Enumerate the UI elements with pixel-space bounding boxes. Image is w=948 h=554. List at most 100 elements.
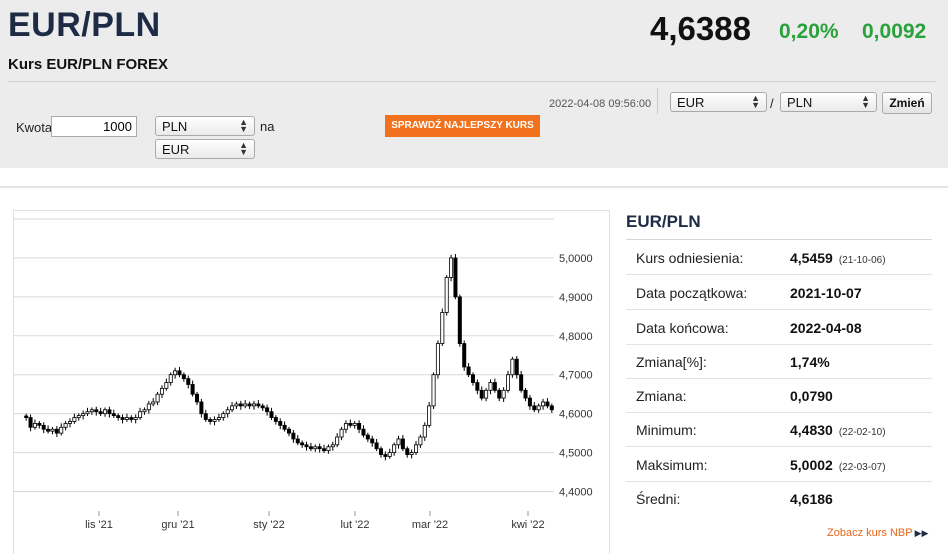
stat-label: Minimum: <box>636 422 697 438</box>
candle-body <box>396 438 401 446</box>
candle-body <box>286 428 291 434</box>
base-currency-select[interactable]: EUR ▲ ▼ <box>670 92 767 112</box>
candle-body <box>186 378 191 385</box>
candle-body <box>54 428 59 434</box>
candle-body <box>146 403 151 411</box>
candle-body <box>94 409 99 413</box>
stat-value: 2022-04-08 <box>790 320 862 336</box>
candle-body <box>247 403 252 407</box>
candle-body <box>427 405 432 426</box>
current-rate: 4,6388 <box>650 10 751 47</box>
candle-body <box>291 432 296 440</box>
stat-row-maximum: Maksimum: 5,0002 (22-03-07) <box>626 447 932 482</box>
na-label: na <box>260 119 275 134</box>
candle-body <box>501 389 506 399</box>
amount-input[interactable] <box>51 116 137 137</box>
to-currency-select[interactable]: EUR ▲ ▼ <box>155 139 255 159</box>
stat-value: 1,74% <box>790 354 830 370</box>
page-subtitle: Kurs EUR/PLN FOREX <box>8 56 169 73</box>
stat-row-minimum: Minimum: 4,4830 (22-02-10) <box>626 412 932 447</box>
x-tick-label: kwi '22 <box>511 519 544 531</box>
candle-body <box>435 343 440 376</box>
quote-currency-value: PLN <box>787 95 813 110</box>
candle-body <box>470 374 475 383</box>
candle-body <box>378 448 383 455</box>
candle-body <box>199 401 204 415</box>
candle-body <box>400 438 405 450</box>
candle-body <box>488 382 493 391</box>
nbp-rate-link[interactable]: Zobacz kurs NBP ▶▶ <box>827 527 928 539</box>
stat-value: 0,0790 <box>790 388 833 404</box>
candle-body <box>532 405 537 411</box>
candle-body <box>343 422 348 430</box>
select-arrows-icon: ▲ ▼ <box>861 93 870 110</box>
candle-body <box>322 448 327 452</box>
from-currency-value: PLN <box>162 119 188 134</box>
stat-value: 4,5459 (21-10-06) <box>790 250 886 266</box>
candle-body <box>243 403 248 407</box>
candle-body <box>203 413 208 420</box>
stat-row-reference: Kurs odniesienia: 4,5459 (21-10-06) <box>626 240 932 275</box>
candle-body <box>466 366 471 376</box>
candle-body <box>221 413 226 418</box>
stat-label: Zmiana: <box>636 388 687 404</box>
candle-body <box>116 415 121 418</box>
candle-body <box>352 422 357 426</box>
candle-body <box>510 358 515 376</box>
candle-body <box>304 444 309 448</box>
candle-body <box>269 411 274 418</box>
candle-body <box>414 444 419 454</box>
candle-body <box>462 343 467 368</box>
from-currency-select[interactable]: PLN ▲ ▼ <box>155 116 255 136</box>
stat-label: Kurs odniesienia: <box>636 250 744 266</box>
candle-body <box>85 411 90 415</box>
stat-label: Data końcowa: <box>636 320 729 336</box>
candle-body <box>484 389 489 399</box>
candle-body <box>523 389 528 399</box>
candle-body <box>348 422 353 426</box>
candle-body <box>177 370 182 376</box>
candle-body <box>506 374 511 391</box>
candle-body <box>422 424 427 438</box>
candle-body <box>159 387 164 395</box>
candle-body <box>230 405 235 411</box>
candle-body <box>173 370 178 376</box>
candle-body <box>89 409 94 413</box>
candle-body <box>365 434 370 440</box>
candle-body <box>418 436 423 446</box>
price-chart[interactable]: 4,4000 4,5000 4,6000 4,7000 4,8000 4,9000 5,00… <box>14 211 609 554</box>
candle-body <box>216 417 221 420</box>
candle-body <box>120 417 125 420</box>
candle-body <box>387 452 392 457</box>
double-arrow-icon: ▶▶ <box>914 528 929 538</box>
candle-body <box>76 415 81 418</box>
candle-body <box>234 403 239 407</box>
candle-body <box>282 424 287 430</box>
stat-row-start-date: Data początkowa: 2021-10-07 <box>626 275 932 310</box>
y-tick-label: 4,9000 <box>559 292 593 304</box>
stats-title: EUR/PLN <box>626 212 701 231</box>
candle-body <box>124 417 129 420</box>
stat-row-end-date: Data końcowa: 2022-04-08 <box>626 310 932 345</box>
candle-body <box>278 421 283 426</box>
candle-body <box>256 403 261 407</box>
candle-body <box>212 419 217 422</box>
check-best-rate-button[interactable]: SPRAWDŹ NAJLEPSZY KURS <box>385 115 540 137</box>
candle-body <box>317 446 322 450</box>
candle-body <box>164 382 169 389</box>
quote-currency-select[interactable]: PLN ▲ ▼ <box>780 92 877 112</box>
candle-body <box>59 426 64 434</box>
candle-body <box>225 409 230 415</box>
change-pair-button[interactable]: Zmień <box>882 92 932 114</box>
candle-body <box>549 405 554 411</box>
candle-body <box>405 448 410 455</box>
candle-body <box>142 409 147 413</box>
candle-body <box>300 442 305 446</box>
candle-body <box>41 424 46 430</box>
stat-label: Data początkowa: <box>636 285 748 301</box>
stat-row-change: Zmiana: 0,0790 <box>626 378 932 413</box>
candle-body <box>32 422 37 428</box>
candle-body <box>190 384 195 395</box>
candle-body <box>357 422 362 430</box>
candle-body <box>295 438 300 444</box>
